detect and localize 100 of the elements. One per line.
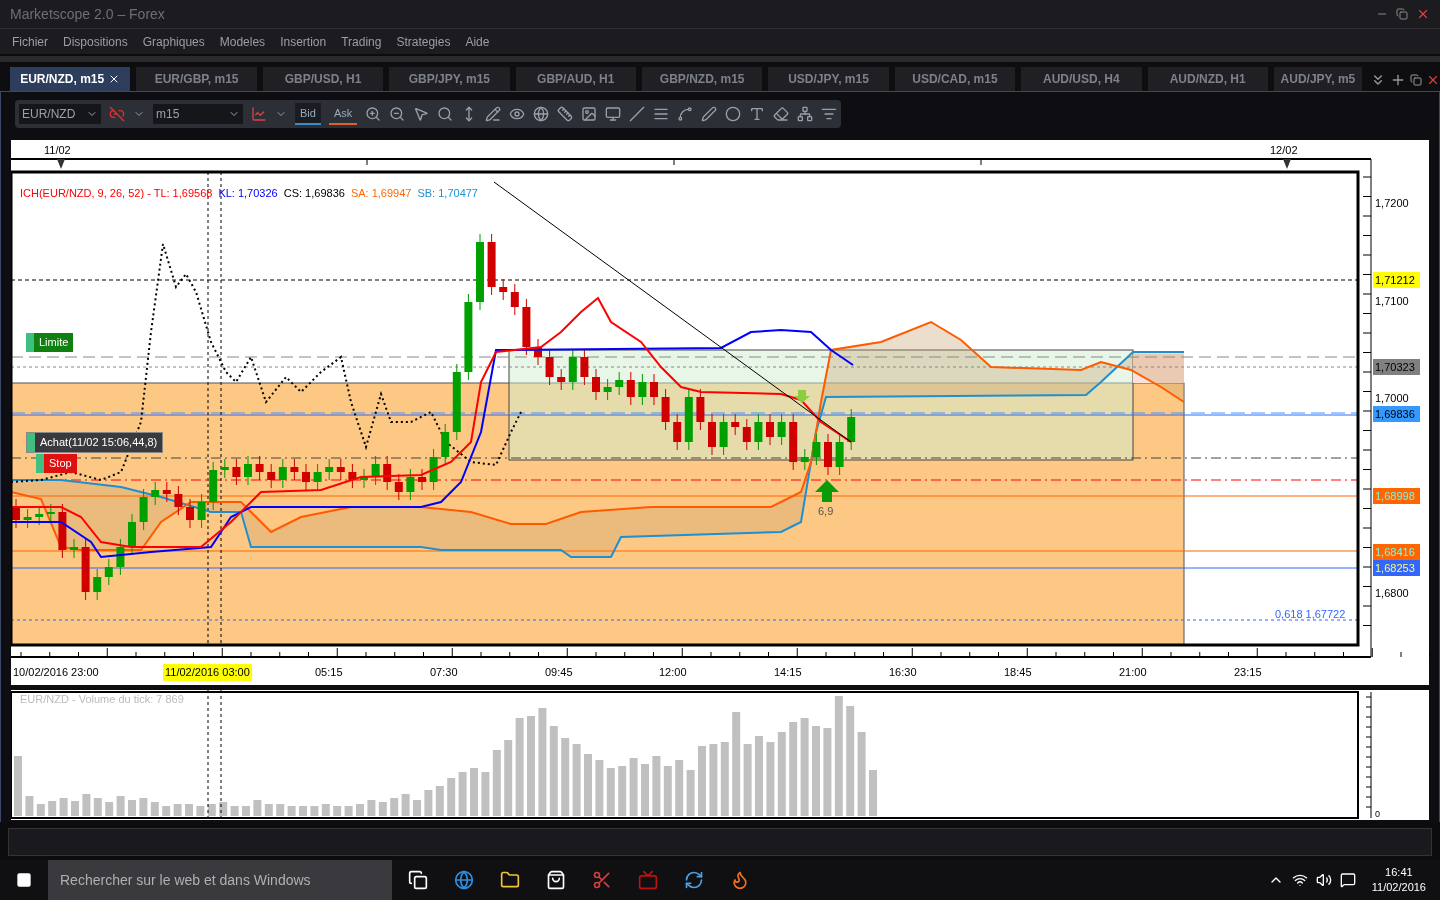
price-button[interactable]: Ask (328, 103, 358, 125)
indicator-value: SB: 1,70477 (417, 186, 478, 201)
pointer-icon[interactable] (413, 106, 430, 122)
candlestick (534, 338, 542, 366)
volume-icon[interactable] (1315, 872, 1332, 888)
down-arrow-icon (794, 390, 810, 403)
candlestick (70, 538, 78, 559)
hierarchy-icon[interactable] (797, 106, 814, 122)
eye-icon[interactable] (509, 106, 526, 122)
scissors-icon[interactable] (592, 870, 612, 890)
price-button[interactable]: Bid (295, 103, 321, 125)
chart-tab[interactable]: USD/JPY, m15 (768, 67, 889, 91)
menu-item[interactable]: Insertion (280, 32, 327, 51)
menu-icon[interactable] (821, 106, 838, 122)
symbol-select[interactable]: EUR/NZD (19, 104, 101, 124)
candlestick (835, 433, 844, 476)
notification-icon[interactable] (1339, 872, 1356, 888)
candlestick (742, 418, 751, 451)
time-label: 05:15 (314, 665, 344, 680)
candlestick (116, 538, 125, 576)
candlestick (650, 373, 658, 406)
candlestick (151, 481, 160, 506)
search-field[interactable]: Rechercher sur le web et dans Windows (48, 860, 392, 900)
ruler-icon[interactable] (557, 106, 574, 122)
candlestick (696, 388, 705, 431)
time-label: 10/02/2016 23:00 (12, 665, 100, 680)
candlestick (104, 558, 113, 586)
candlestick (673, 413, 682, 451)
chart-tab[interactable]: GBP/JPY, m15 (389, 67, 510, 91)
menu-item[interactable]: Trading (341, 32, 382, 51)
unlink-icon[interactable] (109, 106, 125, 122)
folder-icon[interactable] (500, 870, 520, 890)
menu-item[interactable]: Dispositions (63, 32, 128, 51)
chart-tab[interactable]: GBP/NZD, m15 (641, 67, 763, 91)
candlestick (336, 458, 345, 481)
chart-tab[interactable]: EUR/NZD, m15 (10, 67, 131, 91)
monitor-icon[interactable] (605, 106, 622, 122)
candlestick (12, 498, 20, 529)
pen-icon[interactable] (701, 106, 718, 122)
timeframe-select[interactable]: m15 (153, 104, 243, 124)
chart-type-icon[interactable] (251, 106, 267, 122)
clock-time[interactable]: 16:41 (1385, 865, 1413, 880)
candlestick (545, 348, 554, 386)
store-icon[interactable] (546, 870, 566, 890)
windows-start-icon[interactable] (16, 872, 32, 888)
menu-item[interactable]: Strategies (396, 32, 451, 51)
restore-icon[interactable] (1396, 8, 1408, 20)
candlestick (23, 508, 32, 529)
restore-icon[interactable] (1410, 74, 1422, 86)
menu-item[interactable]: Graphiques (142, 32, 205, 51)
globe-icon[interactable] (533, 106, 550, 122)
clock-date[interactable]: 11/02/2016 (1371, 880, 1426, 895)
signal-value: 6,9 (818, 504, 834, 519)
menu-item[interactable]: Modeles (219, 32, 266, 51)
order-label[interactable]: Achat(11/02 15:06,44,8) (26, 432, 164, 453)
candlestick (487, 233, 496, 296)
network-icon[interactable] (1291, 872, 1308, 888)
candlestick (174, 485, 183, 516)
chart-tab[interactable]: EUR/GBP, m15 (136, 67, 257, 91)
price-marker: 1,68416 (1373, 544, 1420, 560)
chart-tab[interactable]: GBP/AUD, H1 (515, 67, 636, 91)
lines-icon[interactable] (653, 106, 670, 122)
task-view-icon[interactable] (408, 870, 428, 890)
pencil-icon[interactable] (485, 106, 502, 122)
chart-tab[interactable]: AUD/NZD, H1 (1147, 67, 1268, 91)
search-icon[interactable] (437, 106, 454, 122)
time-label: 12:00 (658, 665, 688, 680)
candlestick (267, 463, 276, 489)
chart-tab[interactable]: AUD/JPY, m5 (1273, 67, 1362, 91)
candlestick (220, 458, 229, 479)
zoom-in-icon[interactable] (365, 106, 382, 122)
eraser-icon[interactable] (773, 106, 790, 122)
image-icon[interactable] (581, 106, 598, 122)
close-icon[interactable] (1416, 7, 1430, 21)
chart-tab[interactable]: AUD/USD, H4 (1021, 67, 1142, 91)
time-label: 16:30 (888, 665, 918, 680)
ellipse-icon[interactable] (725, 106, 742, 122)
text-tool-icon[interactable] (749, 106, 766, 122)
candlestick (139, 488, 148, 531)
candlestick (186, 498, 194, 529)
candlestick (731, 413, 740, 436)
close-icon[interactable] (1426, 73, 1440, 87)
zoom-out-icon[interactable] (389, 106, 406, 122)
candlestick (244, 455, 252, 486)
order-label[interactable]: Limite (26, 333, 74, 352)
candlestick (638, 373, 647, 406)
candlestick (812, 433, 821, 466)
browser-icon[interactable] (454, 870, 474, 890)
add-tab-icon[interactable] (1390, 72, 1406, 88)
time-label: 18:45 (1003, 665, 1033, 680)
line-tool-icon[interactable] (629, 106, 646, 122)
buy-arrow-icon (815, 480, 839, 502)
candlestick (383, 455, 392, 491)
menu-item[interactable]: Aide (465, 32, 490, 51)
chart-tab[interactable]: USD/CAD, m15 (894, 67, 1016, 91)
window-title: Marketscope 2.0 – Forex (10, 4, 165, 24)
order-label[interactable]: Stop (36, 454, 77, 473)
chart-tab[interactable]: GBP/USD, H1 (262, 67, 384, 91)
menu-item[interactable]: Fichier (12, 32, 48, 51)
candlestick (789, 413, 798, 471)
